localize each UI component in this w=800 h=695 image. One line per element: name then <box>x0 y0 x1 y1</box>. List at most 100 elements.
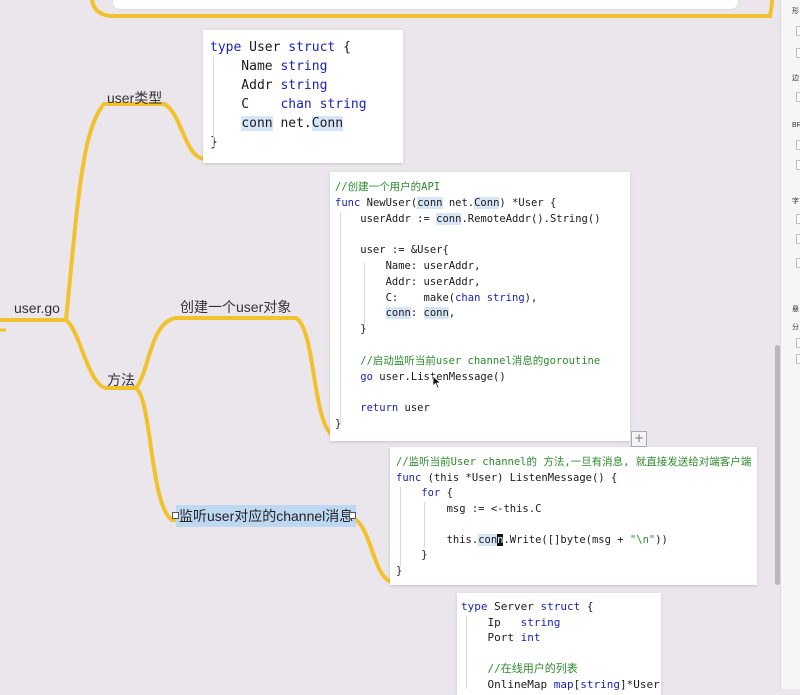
code-comment: //启动监听当前user channel消息的goroutine <box>335 354 601 367</box>
panel-field[interactable] <box>796 140 800 150</box>
create-user-node-label[interactable]: 创建一个user对象 <box>180 297 291 317</box>
code-line[interactable]: } <box>396 564 751 580</box>
code-text: NewUser( <box>360 196 418 209</box>
code-text: msg := <-this.C <box>396 502 542 515</box>
code-keyword: func <box>335 196 361 209</box>
code-line[interactable]: } <box>210 133 396 152</box>
panel-field[interactable] <box>796 354 800 364</box>
code-line[interactable]: C chan string <box>210 95 396 114</box>
root-node-label[interactable]: user.go <box>14 300 60 316</box>
code-keyword: return <box>335 402 399 415</box>
code-line[interactable]: type Server struct { <box>461 599 657 615</box>
code-line[interactable] <box>335 227 625 243</box>
code-line[interactable]: //在线用户的列表 <box>461 661 657 677</box>
code-highlight: conn <box>436 212 462 225</box>
code-text: C <box>210 97 281 112</box>
user-type-node-label[interactable]: user类型 <box>107 88 162 108</box>
code-text: ) *User { <box>499 196 557 209</box>
code-text: user := &User{ <box>335 244 449 257</box>
code-line[interactable]: Addr: userAddr, <box>335 275 625 291</box>
code-line[interactable]: OnlineMap map[string]*User <box>461 677 659 693</box>
panel-field[interactable] <box>796 48 800 58</box>
indent-guide <box>213 57 214 147</box>
listen-channel-node-label[interactable]: 监听user对应的channel消息 <box>176 505 357 527</box>
methods-node-label[interactable]: 方法 <box>107 370 135 390</box>
code-line[interactable]: conn net.Conn <box>210 114 396 133</box>
code-text: Name <box>210 59 281 74</box>
selection-handle-right[interactable] <box>349 512 356 519</box>
code-line[interactable] <box>396 517 751 533</box>
code-line[interactable]: return user <box>335 401 625 417</box>
code-line[interactable]: Ip string <box>461 615 657 631</box>
code-line[interactable]: Addr string <box>210 76 396 95</box>
code-line[interactable]: msg := <-this.C <box>396 502 751 518</box>
code-keyword: type <box>461 600 488 613</box>
user-struct-code: type User struct { Name string Addr stri… <box>203 30 403 163</box>
code-text: Ip <box>461 615 521 629</box>
code-keyword: struct <box>288 40 336 55</box>
indent-guide <box>466 616 467 689</box>
code-line[interactable] <box>461 646 657 662</box>
code-line[interactable]: //启动监听当前user channel消息的goroutine <box>335 354 625 370</box>
code-text: Addr <box>210 78 281 93</box>
panel-label: 字 <box>792 198 799 205</box>
code-text: ), <box>524 291 538 304</box>
code-keyword: type <box>210 40 242 55</box>
panel-field[interactable] <box>796 234 800 244</box>
panel-field[interactable] <box>796 338 800 348</box>
code-line[interactable]: //创建一个用户的API <box>335 180 625 196</box>
panel-field[interactable] <box>796 214 800 224</box>
code-text: User <box>241 40 289 55</box>
listen-message-code: //监听当前User channel的 方法,一旦有消息, 就直接发送给对端客户… <box>390 447 757 585</box>
indent-guide <box>400 487 401 567</box>
panel-label: BR <box>792 122 800 129</box>
branch-create <box>134 316 298 390</box>
code-keyword: string <box>280 59 328 74</box>
code-highlight: conn <box>241 116 273 131</box>
code-line[interactable]: this.conn.Write([]byte(msg + "\n")) <box>396 533 751 549</box>
code-text: (this *User) ListenMessage() { <box>421 471 618 484</box>
code-line[interactable]: for { <box>396 486 751 502</box>
panel-field[interactable] <box>796 92 800 102</box>
code-line[interactable]: go user.ListenMessage() <box>335 370 625 386</box>
code-comment: //创建一个用户的API <box>335 181 441 193</box>
code-comment: "\n" <box>629 533 656 546</box>
code-text: Addr: userAddr, <box>335 275 481 288</box>
code-text: user <box>398 402 430 415</box>
mouse-pointer-icon <box>432 375 442 389</box>
code-line[interactable]: Name string <box>210 57 396 76</box>
server-struct-code: type Server struct { Ip string Port int … <box>457 593 661 695</box>
code-line[interactable]: Port int <box>461 630 657 646</box>
code-line[interactable]: } <box>396 548 751 564</box>
code-line[interactable]: type User struct { <box>210 38 396 57</box>
indent-guide <box>340 212 341 424</box>
code-line[interactable]: func (this *User) ListenMessage() { <box>396 471 751 487</box>
code-keyword: struct <box>540 600 581 613</box>
code-highlight: conn <box>385 307 411 320</box>
code-line[interactable]: userAddr := conn.RemoteAddr().String() <box>335 212 625 228</box>
code-line[interactable]: user := &User{ <box>335 243 625 259</box>
code-line[interactable]: } <box>335 417 625 433</box>
code-line[interactable]: } <box>335 322 625 338</box>
code-keyword: for <box>396 487 441 499</box>
code-line[interactable] <box>335 338 625 354</box>
code-highlight: con <box>478 533 498 546</box>
panel-label: 分 <box>792 324 799 331</box>
indent-guide <box>424 502 425 547</box>
code-highlight: Conn <box>474 196 500 209</box>
code-line[interactable]: Name: userAddr, <box>335 259 625 275</box>
code-text: net. <box>272 116 312 131</box>
panel-field[interactable] <box>796 258 800 268</box>
code-line[interactable]: func NewUser(conn net.Conn) *User { <box>335 196 625 212</box>
code-line[interactable]: //监听当前User channel的 方法,一旦有消息, 就直接发送给对端客户… <box>396 455 751 471</box>
code-line[interactable]: conn: conn, <box>335 306 625 322</box>
panel-field[interactable] <box>796 160 800 170</box>
panel-label: 形 <box>792 8 799 15</box>
panel-field[interactable] <box>796 26 800 36</box>
add-node-button[interactable]: + <box>631 431 647 447</box>
code-line[interactable]: C: make(chan string), <box>335 291 625 307</box>
code-line[interactable] <box>335 385 625 401</box>
selection-handle-left[interactable] <box>172 512 179 519</box>
code-keyword: chan string <box>280 97 367 112</box>
